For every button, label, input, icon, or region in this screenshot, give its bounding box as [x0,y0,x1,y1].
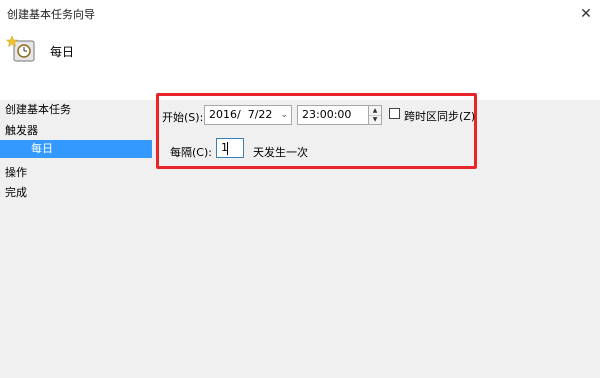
window-title: 创建基本任务向导 [7,8,95,21]
triangle-down-icon[interactable]: ▼ [369,115,381,124]
recur-interval-input[interactable]: 1 [216,138,244,158]
close-button[interactable]: ✕ [572,0,600,28]
wizard-steps-sidebar: 创建基本任务 触发器 每日 操作 完成 [0,100,155,378]
wizard-header: 每日 [0,30,600,100]
start-label: 开始(S): [162,111,204,124]
title-bar: 创建基本任务向导 ✕ [0,0,600,30]
sync-timezone-checkbox[interactable] [389,108,400,119]
page-title: 每日 [50,45,75,59]
recur-label: 每隔(C): [170,146,212,159]
sidebar-item-action[interactable]: 操作 [5,164,27,180]
sidebar-item-trigger[interactable]: 触发器 [5,122,38,138]
start-time-field[interactable]: 23:00:00 [297,105,369,125]
start-date-value: 2016/ 7/22 [209,108,273,121]
sidebar-item-finish[interactable]: 完成 [5,184,27,200]
close-icon: ✕ [580,6,592,22]
start-time-value: 23:00:00 [302,108,352,121]
scheduled-task-clock-icon [6,35,35,62]
start-date-picker[interactable]: 2016/ 7/22 ⌄ [204,105,292,125]
recur-suffix: 天发生一次 [253,146,308,159]
time-spinner[interactable]: ▲ ▼ [368,105,382,125]
sidebar-item-daily[interactable]: 每日 [0,140,152,158]
sync-timezone-label[interactable]: 跨时区同步(Z) [404,108,475,124]
sidebar-item-create-basic-task[interactable]: 创建基本任务 [5,101,71,117]
chevron-down-icon[interactable]: ⌄ [280,106,288,124]
text-caret [227,142,228,155]
